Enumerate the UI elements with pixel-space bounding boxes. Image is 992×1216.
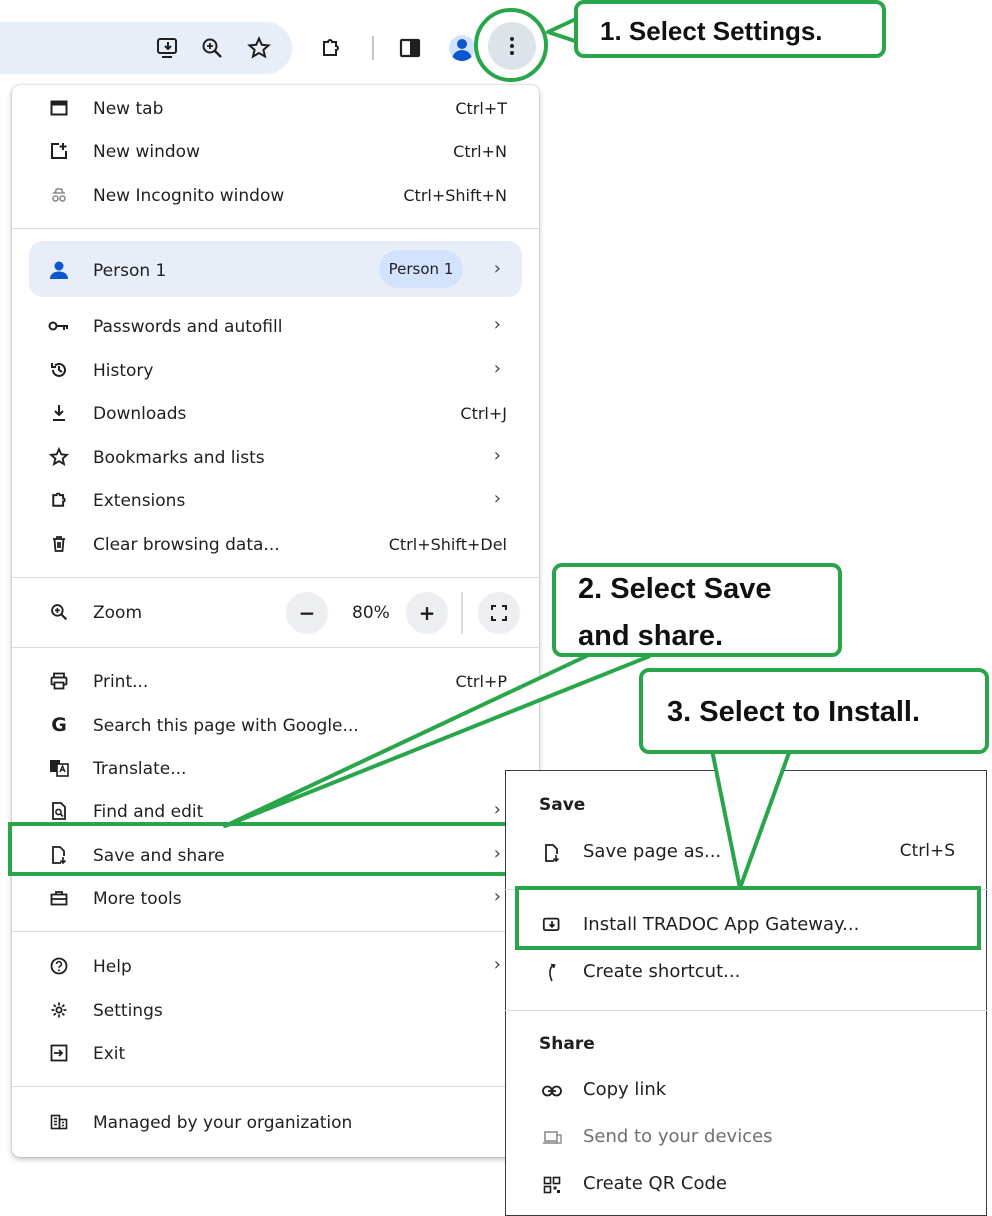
callout-text: 1. Select Settings.	[600, 16, 823, 46]
callout-step-3: 3. Select to Install.	[639, 668, 989, 754]
callout-text: and share.	[578, 620, 724, 652]
callout-text: 2. Select Save	[578, 573, 772, 605]
callout-pointers	[223, 16, 792, 890]
callout-step-1: 1. Select Settings.	[574, 0, 886, 58]
callout-text: 3. Select to Install.	[667, 696, 921, 728]
callout-step-2: 2. Select Save and share.	[552, 563, 842, 657]
